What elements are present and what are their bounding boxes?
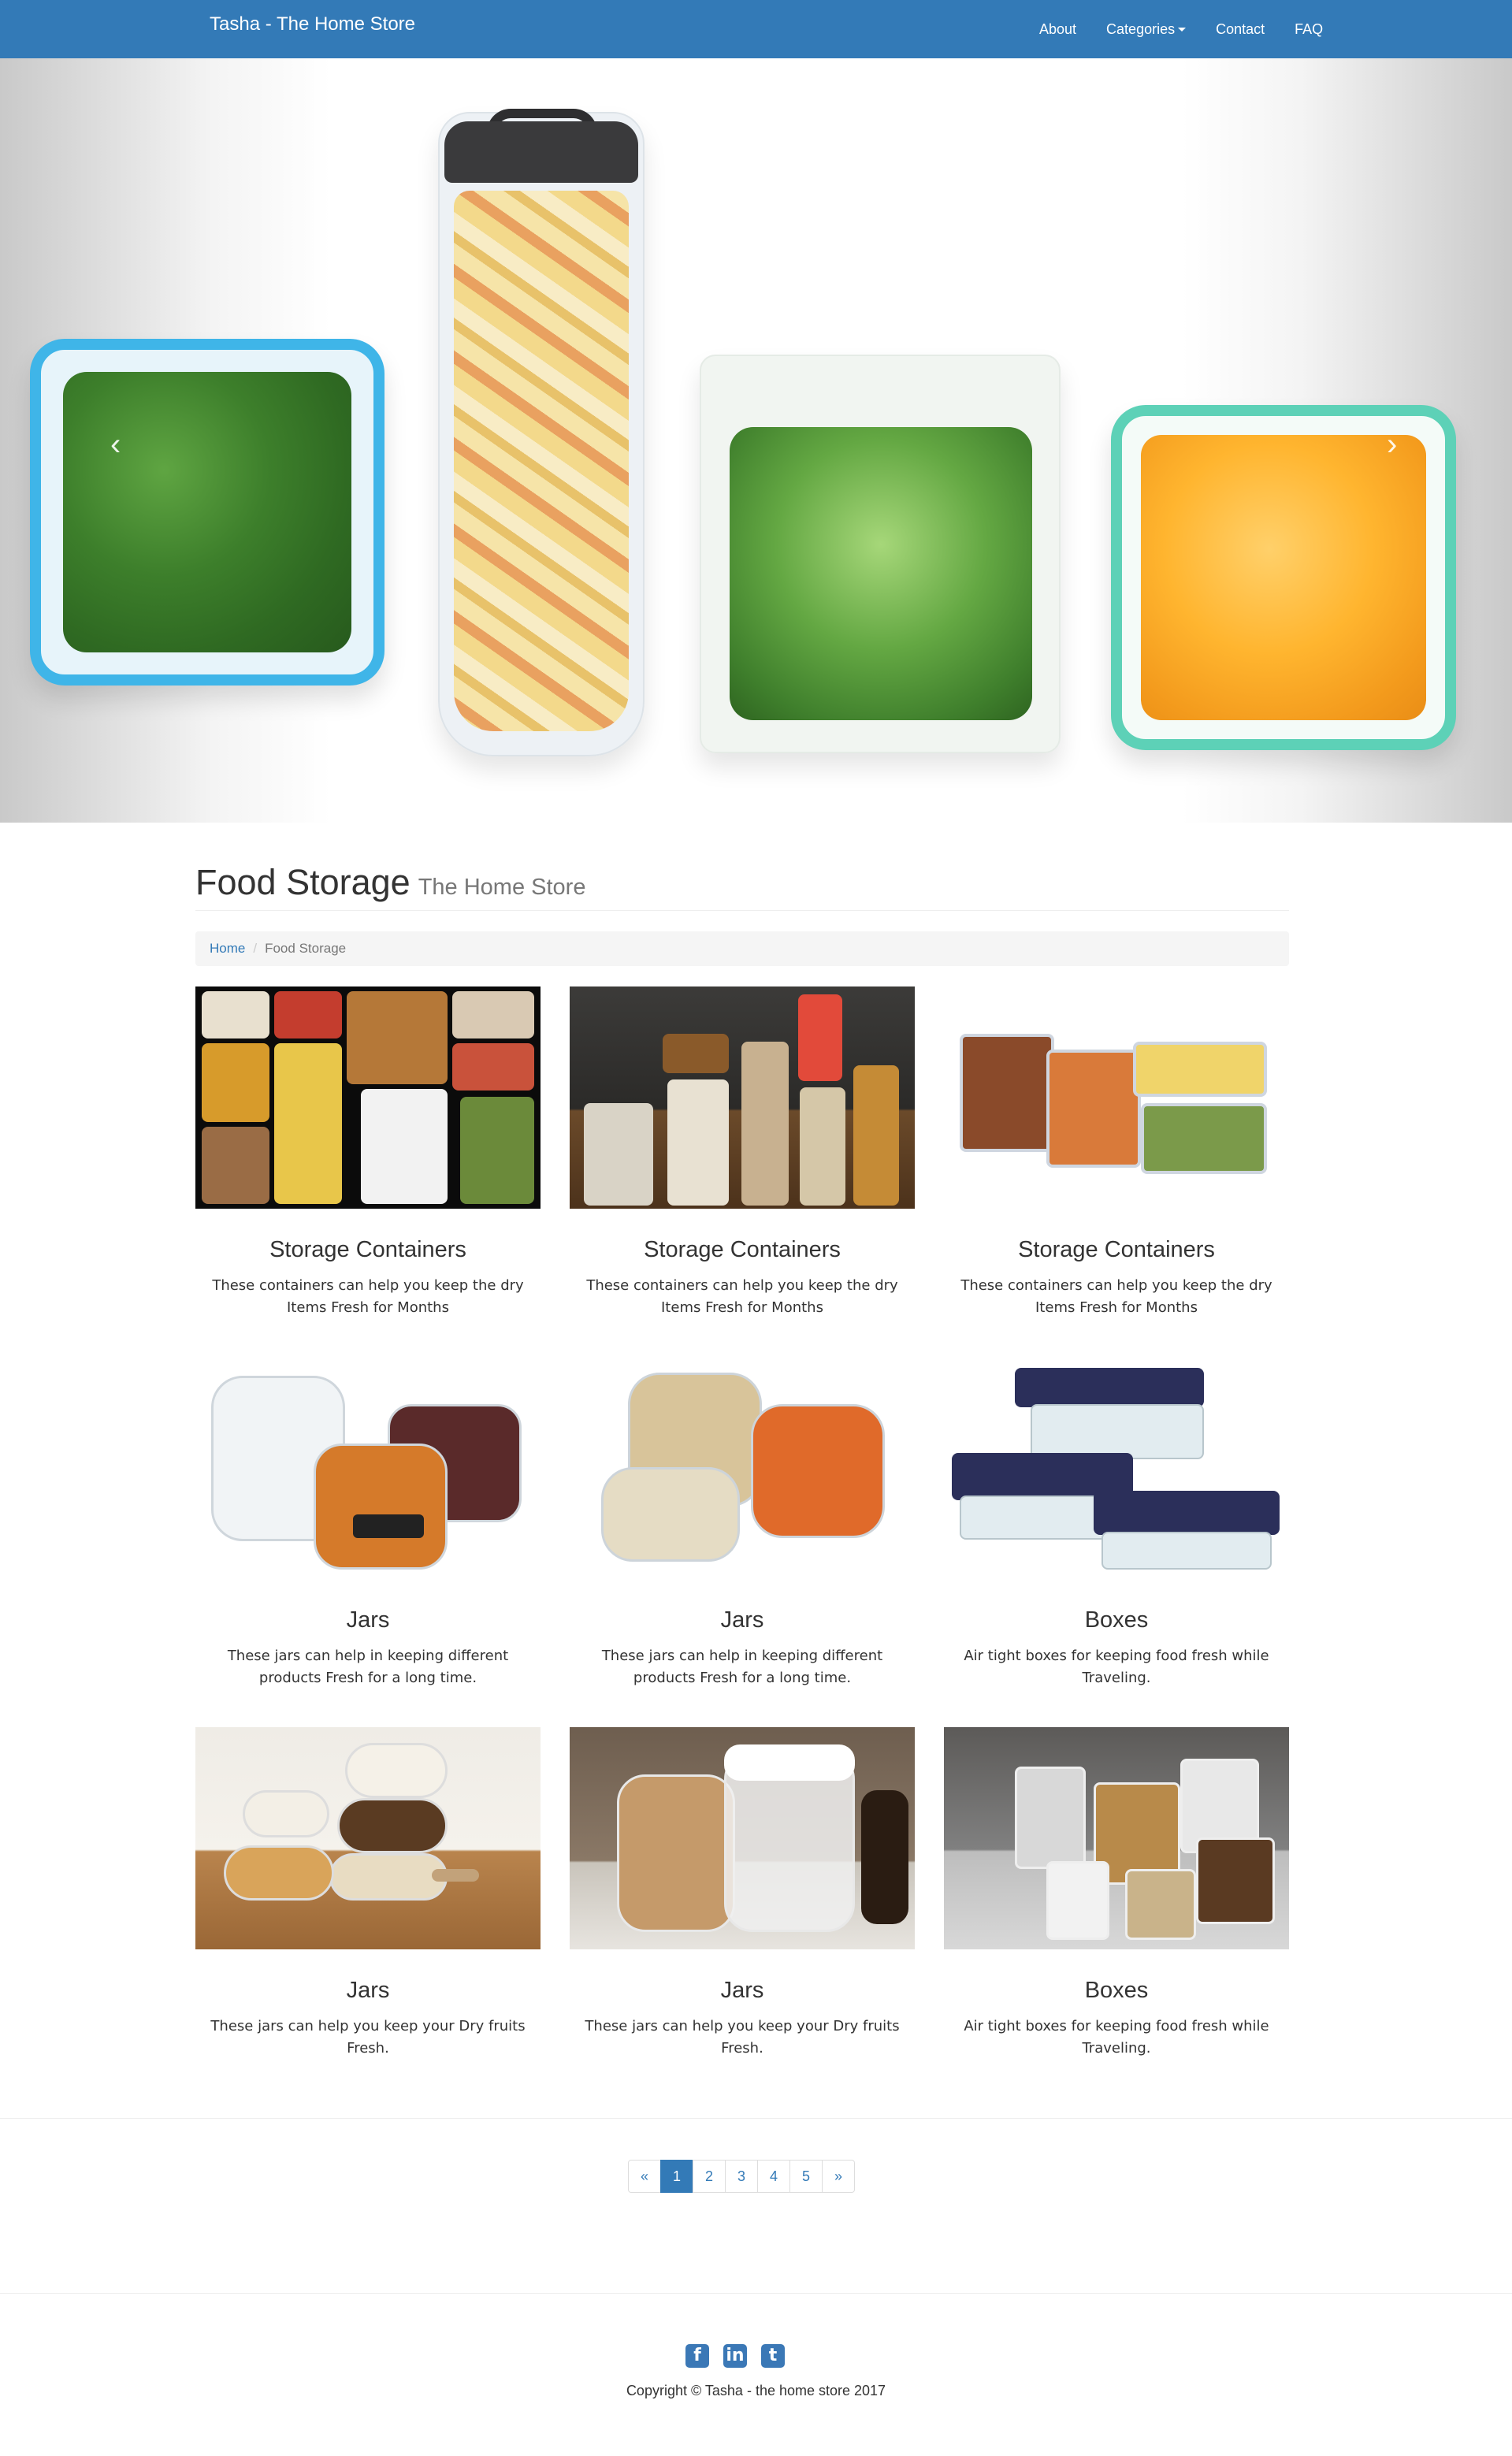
- page-subtitle: The Home Store: [418, 875, 586, 900]
- nav-about[interactable]: About: [1024, 0, 1091, 58]
- product-card: Jars These jars can help in keeping diff…: [570, 1357, 915, 1689]
- product-description: Air tight boxes for keeping food fresh w…: [964, 1648, 1269, 1686]
- product-image[interactable]: [195, 986, 541, 1209]
- navbar: Tasha - The Home Store About Categories …: [0, 0, 1512, 58]
- product-image[interactable]: [570, 1727, 915, 1949]
- product-card: Boxes Air tight boxes for keeping food f…: [944, 1357, 1289, 1689]
- product-title[interactable]: Jars: [570, 1978, 915, 2003]
- pagination-page-1[interactable]: 1: [660, 2160, 693, 2193]
- product-card: Storage Containers These containers can …: [195, 986, 541, 1319]
- product-image[interactable]: [195, 1357, 541, 1579]
- linkedin-icon[interactable]: in: [723, 2344, 747, 2368]
- nav-links: About Categories Contact FAQ: [1024, 0, 1338, 58]
- product-description: These jars can help you keep your Dry fr…: [210, 2018, 526, 2057]
- brand-link[interactable]: Tasha - The Home Store: [210, 13, 415, 36]
- pagination: « 1 2 3 4 5 »: [628, 2160, 855, 2193]
- carousel-next-icon[interactable]: ›: [1387, 429, 1397, 460]
- product-card: Storage Containers These containers can …: [570, 986, 915, 1319]
- product-card: Jars These jars can help you keep your D…: [570, 1727, 915, 2060]
- pagination-page-3[interactable]: 3: [725, 2160, 758, 2193]
- lettuce-bag-image: [700, 355, 1061, 753]
- product-description: These containers can help you keep the d…: [212, 1277, 524, 1316]
- product-description: These jars can help in keeping different…: [601, 1648, 883, 1686]
- pagination-page-4[interactable]: 4: [757, 2160, 790, 2193]
- page-header: Food Storage The Home Store: [195, 862, 1289, 911]
- breadcrumb-home[interactable]: Home: [210, 941, 245, 957]
- product-title[interactable]: Storage Containers: [570, 1237, 915, 1262]
- product-title[interactable]: Boxes: [944, 1978, 1289, 2003]
- product-image[interactable]: [944, 986, 1289, 1209]
- nav-categories-dropdown[interactable]: Categories: [1091, 0, 1201, 58]
- social-links: f in t: [685, 2344, 785, 2368]
- product-description: These containers can help you keep the d…: [960, 1277, 1272, 1316]
- product-title[interactable]: Jars: [195, 1607, 541, 1633]
- breadcrumb: Home / Food Storage: [195, 931, 1289, 966]
- page-title: Food Storage The Home Store: [195, 862, 586, 902]
- product-image[interactable]: [944, 1357, 1289, 1579]
- facebook-icon[interactable]: f: [685, 2344, 709, 2368]
- pagination-next[interactable]: »: [822, 2160, 855, 2193]
- product-description: Air tight boxes for keeping food fresh w…: [964, 2018, 1269, 2057]
- twitter-icon[interactable]: t: [761, 2344, 785, 2368]
- divider: [0, 2293, 1512, 2294]
- hero-carousel: ‹ ›: [0, 58, 1512, 823]
- nav-faq[interactable]: FAQ: [1280, 0, 1338, 58]
- product-card: Boxes Air tight boxes for keeping food f…: [944, 1727, 1289, 2060]
- pasta-jar-image: [438, 109, 645, 756]
- pagination-page-5[interactable]: 5: [789, 2160, 823, 2193]
- product-description: These jars can help in keeping different…: [227, 1648, 509, 1686]
- pagination-prev[interactable]: «: [628, 2160, 661, 2193]
- product-card: Jars These jars can help you keep your D…: [195, 1727, 541, 2060]
- product-title[interactable]: Storage Containers: [195, 1237, 541, 1262]
- nav-contact[interactable]: Contact: [1201, 0, 1280, 58]
- pagination-page-2[interactable]: 2: [693, 2160, 726, 2193]
- breadcrumb-current: Food Storage: [265, 941, 347, 956]
- product-title[interactable]: Storage Containers: [944, 1237, 1289, 1262]
- divider: [0, 2118, 1512, 2119]
- copyright-text: Copyright © Tasha - the home store 2017: [626, 2383, 886, 2398]
- breadcrumb-separator: /: [253, 941, 258, 956]
- product-image[interactable]: [195, 1727, 541, 1949]
- caret-down-icon: [1178, 27, 1187, 32]
- product-title[interactable]: Boxes: [944, 1607, 1289, 1633]
- product-title[interactable]: Jars: [570, 1607, 915, 1633]
- kale-container-image: [30, 339, 385, 686]
- product-image[interactable]: [570, 1357, 915, 1579]
- product-title[interactable]: Jars: [195, 1978, 541, 2003]
- carousel-prev-icon[interactable]: ‹: [110, 429, 121, 460]
- product-card: Storage Containers These containers can …: [944, 986, 1289, 1319]
- product-image[interactable]: [570, 986, 915, 1209]
- product-image[interactable]: [944, 1727, 1289, 1949]
- mango-container-image: [1111, 405, 1456, 750]
- product-description: These jars can help you keep your Dry fr…: [585, 2018, 900, 2057]
- product-description: These containers can help you keep the d…: [586, 1277, 898, 1316]
- product-card: Jars These jars can help in keeping diff…: [195, 1357, 541, 1689]
- nav-categories-label: Categories: [1106, 21, 1176, 37]
